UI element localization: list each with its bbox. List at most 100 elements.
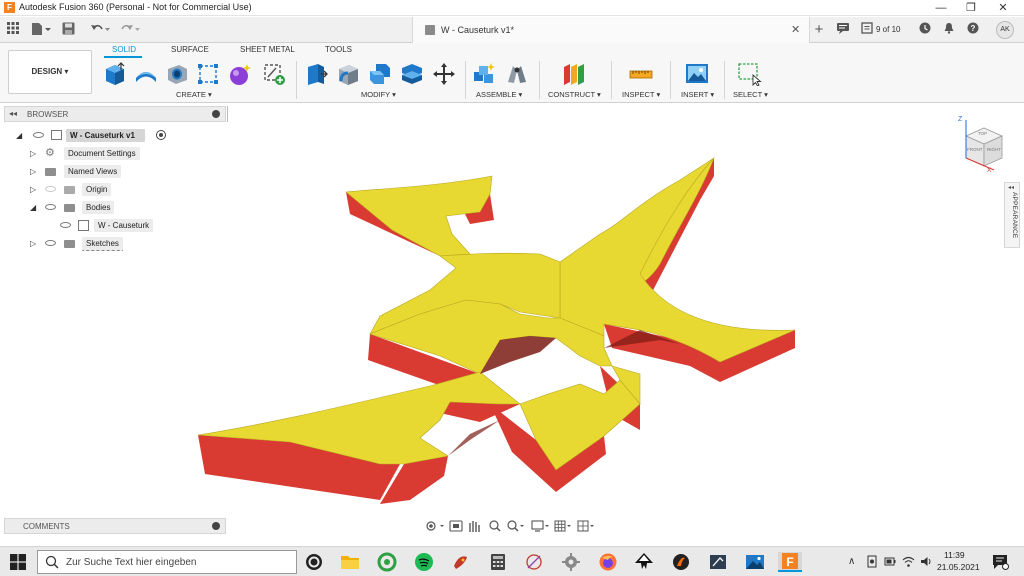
tab-tools[interactable]: TOOLS	[325, 45, 352, 54]
tree-item-root[interactable]: ◢ W - Causeturk v1	[14, 129, 214, 142]
tree-item-named-views[interactable]: ▷ Named Views	[28, 165, 208, 178]
combine-icon[interactable]	[368, 62, 392, 86]
taskbar-search-box[interactable]: Zur Suche Text hier eingeben	[37, 550, 297, 574]
hole-icon[interactable]	[165, 62, 189, 86]
tree-item-label[interactable]: Origin	[82, 183, 112, 196]
taskbar-clock-date[interactable]: 21.05.2021	[937, 562, 980, 572]
data-panel-icon[interactable]	[836, 22, 850, 38]
fusion-360-taskbar-icon[interactable]: F	[778, 552, 802, 572]
action-center-icon[interactable]	[992, 554, 1009, 570]
gear-app-icon[interactable]	[561, 552, 581, 572]
expand-panel-icon[interactable]: ◂◂	[1008, 184, 1014, 191]
offset-plane-icon[interactable]	[562, 62, 586, 86]
construct-group-label[interactable]: CONSTRUCT ▾	[548, 90, 601, 99]
tree-item-label[interactable]: Named Views	[64, 165, 122, 178]
view-cube-face-right[interactable]: RIGHT	[987, 147, 1001, 152]
add-comment-icon[interactable]	[212, 522, 220, 530]
minimize-button[interactable]: —	[926, 0, 956, 16]
fillet-icon[interactable]	[336, 62, 360, 86]
new-tab-button[interactable]: +	[812, 22, 826, 38]
visibility-eye-icon[interactable]	[33, 132, 44, 138]
editor-app-icon[interactable]	[708, 552, 728, 572]
tray-sync-icon[interactable]	[866, 555, 878, 568]
view-cube-face-front[interactable]: FRONT	[967, 147, 983, 152]
visibility-eye-icon[interactable]	[45, 240, 56, 246]
activate-component-icon[interactable]	[156, 130, 166, 140]
save-icon[interactable]	[60, 22, 76, 38]
maximize-button[interactable]: ❐	[956, 0, 986, 16]
taskbar-clock-time[interactable]: 11:39	[944, 550, 965, 560]
select-icon[interactable]	[738, 62, 762, 87]
tree-item-label[interactable]: Bodies	[82, 201, 115, 214]
tree-item-bodies[interactable]: ◢ Bodies	[28, 201, 208, 214]
new-component-assemble-icon[interactable]	[472, 62, 496, 86]
tree-item-origin[interactable]: ▷ Origin	[28, 183, 208, 196]
workspace-switcher-button[interactable]: DESIGN ▾	[8, 50, 92, 94]
job-status-text[interactable]: 9 of 10	[876, 22, 900, 38]
task-view-icon[interactable]	[304, 552, 324, 572]
revolve-icon[interactable]	[134, 62, 158, 86]
shell-icon[interactable]	[400, 62, 424, 86]
insert-image-icon[interactable]	[685, 62, 709, 86]
close-button[interactable]: ✕	[988, 0, 1018, 16]
windows-start-icon[interactable]	[10, 554, 26, 570]
form-icon[interactable]	[228, 62, 252, 86]
insert-group-label[interactable]: INSERT ▾	[681, 90, 714, 99]
inspect-group-label[interactable]: INSPECT ▾	[622, 90, 660, 99]
press-pull-icon[interactable]	[304, 62, 328, 86]
browser-app-icon[interactable]	[671, 552, 691, 572]
measure-icon[interactable]	[629, 62, 653, 86]
paint-app-icon[interactable]	[451, 552, 471, 572]
view-cube-face-top[interactable]: TOP	[978, 131, 987, 136]
document-tab[interactable]: W - Causeturk v1* ✕	[412, 17, 810, 43]
collapse-triangle-icon[interactable]: ◢	[30, 201, 36, 214]
help-icon[interactable]: ?	[966, 22, 980, 38]
joint-icon[interactable]	[505, 62, 529, 86]
expand-triangle-icon[interactable]: ▷	[30, 183, 36, 196]
battery-icon[interactable]	[884, 555, 896, 568]
calculator-icon[interactable]	[488, 552, 508, 572]
create-group-label[interactable]: CREATE ▾	[176, 90, 212, 99]
spotify-icon[interactable]	[414, 552, 434, 572]
panel-resize-handle[interactable]	[227, 106, 228, 122]
browser-panel-header[interactable]: ◂◂ BROWSER	[4, 106, 226, 122]
undo-icon[interactable]	[88, 22, 112, 38]
collapse-panel-icon[interactable]: ◂◂	[9, 109, 17, 118]
visibility-eye-icon[interactable]	[45, 204, 56, 210]
redo-icon[interactable]	[118, 22, 142, 38]
tab-sheet-metal[interactable]: SHEET METAL	[240, 45, 295, 54]
assemble-group-label[interactable]: ASSEMBLE ▾	[476, 90, 522, 99]
notifications-bell-icon[interactable]	[942, 22, 956, 38]
chrome-like-icon[interactable]	[377, 552, 397, 572]
inkscape-icon[interactable]	[634, 552, 654, 572]
online-status-icon[interactable]	[918, 22, 932, 38]
visibility-eye-icon[interactable]	[60, 222, 71, 228]
volume-icon[interactable]	[920, 555, 933, 568]
collapse-triangle-icon[interactable]: ◢	[16, 129, 22, 142]
tree-item-document-settings[interactable]: ▷ ⚙ Document Settings	[28, 147, 208, 160]
tree-item-label[interactable]: W - Causeturk v1	[66, 129, 145, 142]
tray-expand-icon[interactable]: ∧	[848, 556, 855, 567]
select-group-label[interactable]: SELECT ▾	[733, 90, 768, 99]
photos-icon[interactable]	[745, 552, 765, 572]
user-avatar[interactable]: AK	[996, 21, 1014, 39]
file-explorer-icon[interactable]	[340, 552, 360, 572]
move-copy-icon[interactable]	[432, 62, 456, 86]
expand-triangle-icon[interactable]: ▷	[30, 147, 36, 160]
hidden-eye-icon[interactable]	[45, 186, 56, 192]
new-component-icon[interactable]	[103, 62, 127, 86]
panel-minimize-icon[interactable]	[212, 110, 220, 118]
app-grid-icon[interactable]	[6, 22, 20, 38]
job-status-icon[interactable]	[861, 22, 873, 38]
tree-item-sketches[interactable]: ▷ Sketches	[28, 237, 208, 251]
tree-item-label[interactable]: Sketches	[82, 237, 123, 251]
expand-triangle-icon[interactable]: ▷	[30, 165, 36, 178]
modify-group-label[interactable]: MODIFY ▾	[361, 90, 396, 99]
tree-item-body[interactable]: W - Causeturk	[58, 219, 208, 232]
tree-item-label[interactable]: Document Settings	[64, 147, 140, 160]
wifi-icon[interactable]	[902, 555, 915, 568]
view-cube[interactable]: Z X TOP FRONT RIGHT	[954, 116, 1012, 174]
comments-panel[interactable]: COMMENTS	[4, 518, 226, 534]
close-tab-button[interactable]: ✕	[791, 23, 800, 36]
vector-app-icon[interactable]	[524, 552, 544, 572]
